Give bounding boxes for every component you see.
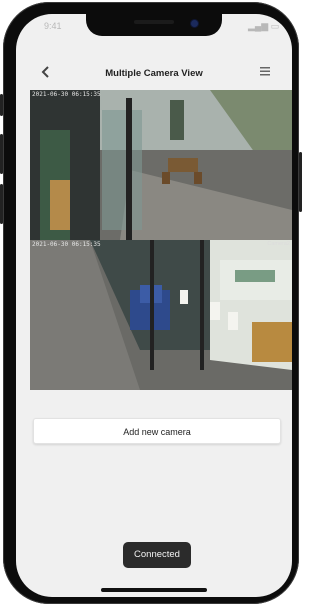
camera-feed-1[interactable]: 2021-06-30 06:15:35 xyxy=(30,90,292,240)
home-indicator[interactable] xyxy=(101,588,207,592)
speaker-grille xyxy=(134,20,174,24)
app-screen: 9:41 ▂▄▆ ▭ Multiple Camera View 2021-06-… xyxy=(16,14,292,597)
volume-up-button xyxy=(0,134,3,174)
notch xyxy=(86,14,222,36)
volume-down-button xyxy=(0,184,3,224)
power-button xyxy=(299,152,302,212)
add-new-camera-button[interactable]: Add new camera xyxy=(33,418,281,444)
mute-switch xyxy=(0,94,3,116)
status-indicators: ▂▄▆ ▭ xyxy=(248,21,280,31)
camera-name-label: Camera2 xyxy=(267,241,290,247)
connected-toast: Connected xyxy=(123,542,191,568)
camera-feed-1-image xyxy=(30,90,292,240)
camera-feed-2-image xyxy=(30,240,292,390)
camera-timestamp: 2021-06-30 06:15:35 xyxy=(32,91,101,98)
status-time: 9:41 xyxy=(44,21,62,31)
phone-frame: 9:41 ▂▄▆ ▭ Multiple Camera View 2021-06-… xyxy=(0,2,302,604)
hamburger-menu-icon[interactable] xyxy=(258,64,272,78)
camera-feed-2[interactable]: 2021-06-30 06:15:35 Camera2 xyxy=(30,240,292,390)
page-title: Multiple Camera View xyxy=(105,68,203,79)
nav-header: Multiple Camera View xyxy=(16,58,292,86)
camera-timestamp: 2021-06-30 06:15:35 xyxy=(32,241,101,248)
front-camera xyxy=(191,20,198,27)
